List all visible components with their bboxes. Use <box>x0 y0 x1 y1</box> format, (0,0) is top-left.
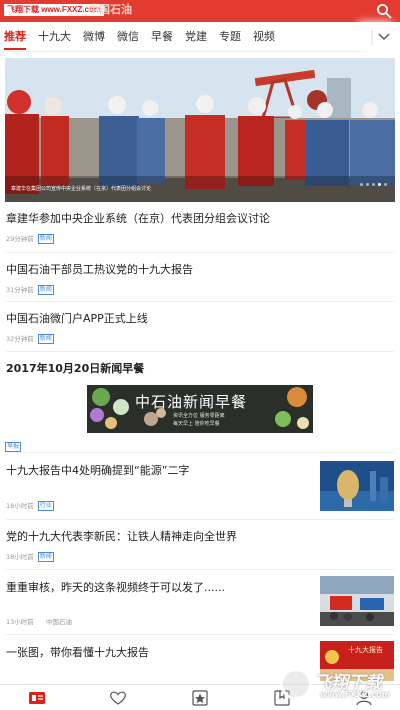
divider <box>6 452 394 453</box>
news-item[interactable]: 中国石油干部员工热议党的十九大报告 31分钟前 新闻 <box>6 262 394 295</box>
carousel-dot <box>366 183 369 186</box>
news-item[interactable]: 党的十九大代表李新民：让铁人精神走向全世界 18小时前 新闻 <box>6 529 394 562</box>
chevron-down-icon <box>371 29 390 45</box>
breakfast-image[interactable]: 中石油新闻早餐 资讯全方位 服务零距离 每天早上 陪你吃早餐 <box>87 385 313 433</box>
news-tag: 新闻 <box>37 334 54 344</box>
carousel-dot <box>372 183 375 186</box>
tab-wechat[interactable]: 微信 <box>117 22 139 52</box>
watermark-logo-icon <box>280 668 312 700</box>
news-meta: 18小时前 新闻 <box>6 552 394 562</box>
app-title: 中国石油 <box>88 3 132 16</box>
star-box-icon[interactable] <box>191 690 209 706</box>
divider <box>6 569 394 570</box>
divider <box>6 519 394 520</box>
news-time: 32分钟前 <box>6 335 34 343</box>
flag-video-image <box>320 576 394 626</box>
carousel-dot <box>360 183 363 186</box>
breakfast-image-slogan-1: 资讯全方位 服务零距离 <box>173 413 225 419</box>
news-thumbnail[interactable] <box>320 461 394 511</box>
corner-watermark: 飞翔下载 www.FXXZ.com <box>278 666 400 706</box>
banner-caption: 章建华在集团公司宣传中央企业系统（在京）代表团分组会讨论 <box>11 186 152 192</box>
tab-video[interactable]: 视频 <box>253 22 275 52</box>
tab-recommend[interactable]: 推荐 <box>4 22 26 52</box>
news-tab-icon[interactable] <box>28 690 46 706</box>
banner-photo <box>5 58 395 202</box>
news-tag: 新闻 <box>37 234 54 244</box>
tab-19th-congress[interactable]: 十九大 <box>38 22 71 52</box>
news-title: 章建华参加中央企业系统（在京）代表团分组会议讨论 <box>6 212 270 225</box>
tab-breakfast[interactable]: 早餐 <box>151 22 173 52</box>
top-bar: 飞翔下载 www.FXXZ.com 中国石油 <box>0 0 400 22</box>
breakfast-tag: 早报 <box>5 441 22 452</box>
news-meta: 32分钟前 新闻 <box>6 334 394 344</box>
tab-special[interactable]: 专题 <box>219 22 241 52</box>
news-time: 18小时前 <box>6 502 34 510</box>
news-item[interactable]: 中国石油微门户APP正式上线 32分钟前 新闻 <box>6 311 394 344</box>
news-source: 中国石油 <box>45 618 72 626</box>
carousel-dot-active <box>378 183 381 186</box>
energy-egg-image <box>320 461 394 511</box>
news-time: 29分钟前 <box>6 235 34 243</box>
news-title: 中国石油干部员工热议党的十九大报告 <box>6 263 193 276</box>
news-tag: 行业 <box>37 501 54 511</box>
news-time: 13小时前 <box>6 618 34 626</box>
news-title: 党的十九大代表李新民：让铁人精神走向全世界 <box>6 530 237 543</box>
news-time: 31分钟前 <box>6 286 34 294</box>
news-title: 中国石油微门户APP正式上线 <box>6 312 148 325</box>
news-meta: 31分钟前 新闻 <box>6 285 394 295</box>
category-tabs: 推荐 十九大 微博 微信 早餐 党建 专题 视频 <box>0 22 400 52</box>
divider <box>6 252 394 253</box>
heart-icon[interactable] <box>109 690 127 706</box>
breakfast-image-title: 中石油新闻早餐 <box>135 393 248 411</box>
divider <box>6 634 394 635</box>
banner-carousel[interactable]: 章建华在集团公司宣传中央企业系统（在京）代表团分组会讨论 <box>5 58 395 202</box>
breakfast-section-title[interactable]: 2017年10月20日新闻早餐 <box>6 362 144 376</box>
divider <box>6 301 394 302</box>
carousel-dots <box>357 171 387 190</box>
breakfast-image-slogan-2: 每天早上 陪你吃早餐 <box>173 421 220 427</box>
divider <box>6 351 394 352</box>
news-item[interactable]: 章建华参加中央企业系统（在京）代表团分组会议讨论 29分钟前 新闻 <box>6 211 394 244</box>
news-meta: 29分钟前 新闻 <box>6 234 394 244</box>
watermark-url: www.FXXZ.com <box>320 690 390 699</box>
search-icon[interactable] <box>376 3 392 19</box>
carousel-dot <box>384 183 387 186</box>
tab-party-building[interactable]: 党建 <box>185 22 207 52</box>
tab-more-button[interactable] <box>366 22 400 52</box>
news-tag: 新闻 <box>37 552 54 562</box>
news-tag: 新闻 <box>37 285 54 295</box>
thumbnail-caption: 十九大报告 <box>348 646 383 654</box>
news-thumbnail[interactable] <box>320 576 394 626</box>
tab-weibo[interactable]: 微博 <box>83 22 105 52</box>
news-time: 18小时前 <box>6 553 34 561</box>
